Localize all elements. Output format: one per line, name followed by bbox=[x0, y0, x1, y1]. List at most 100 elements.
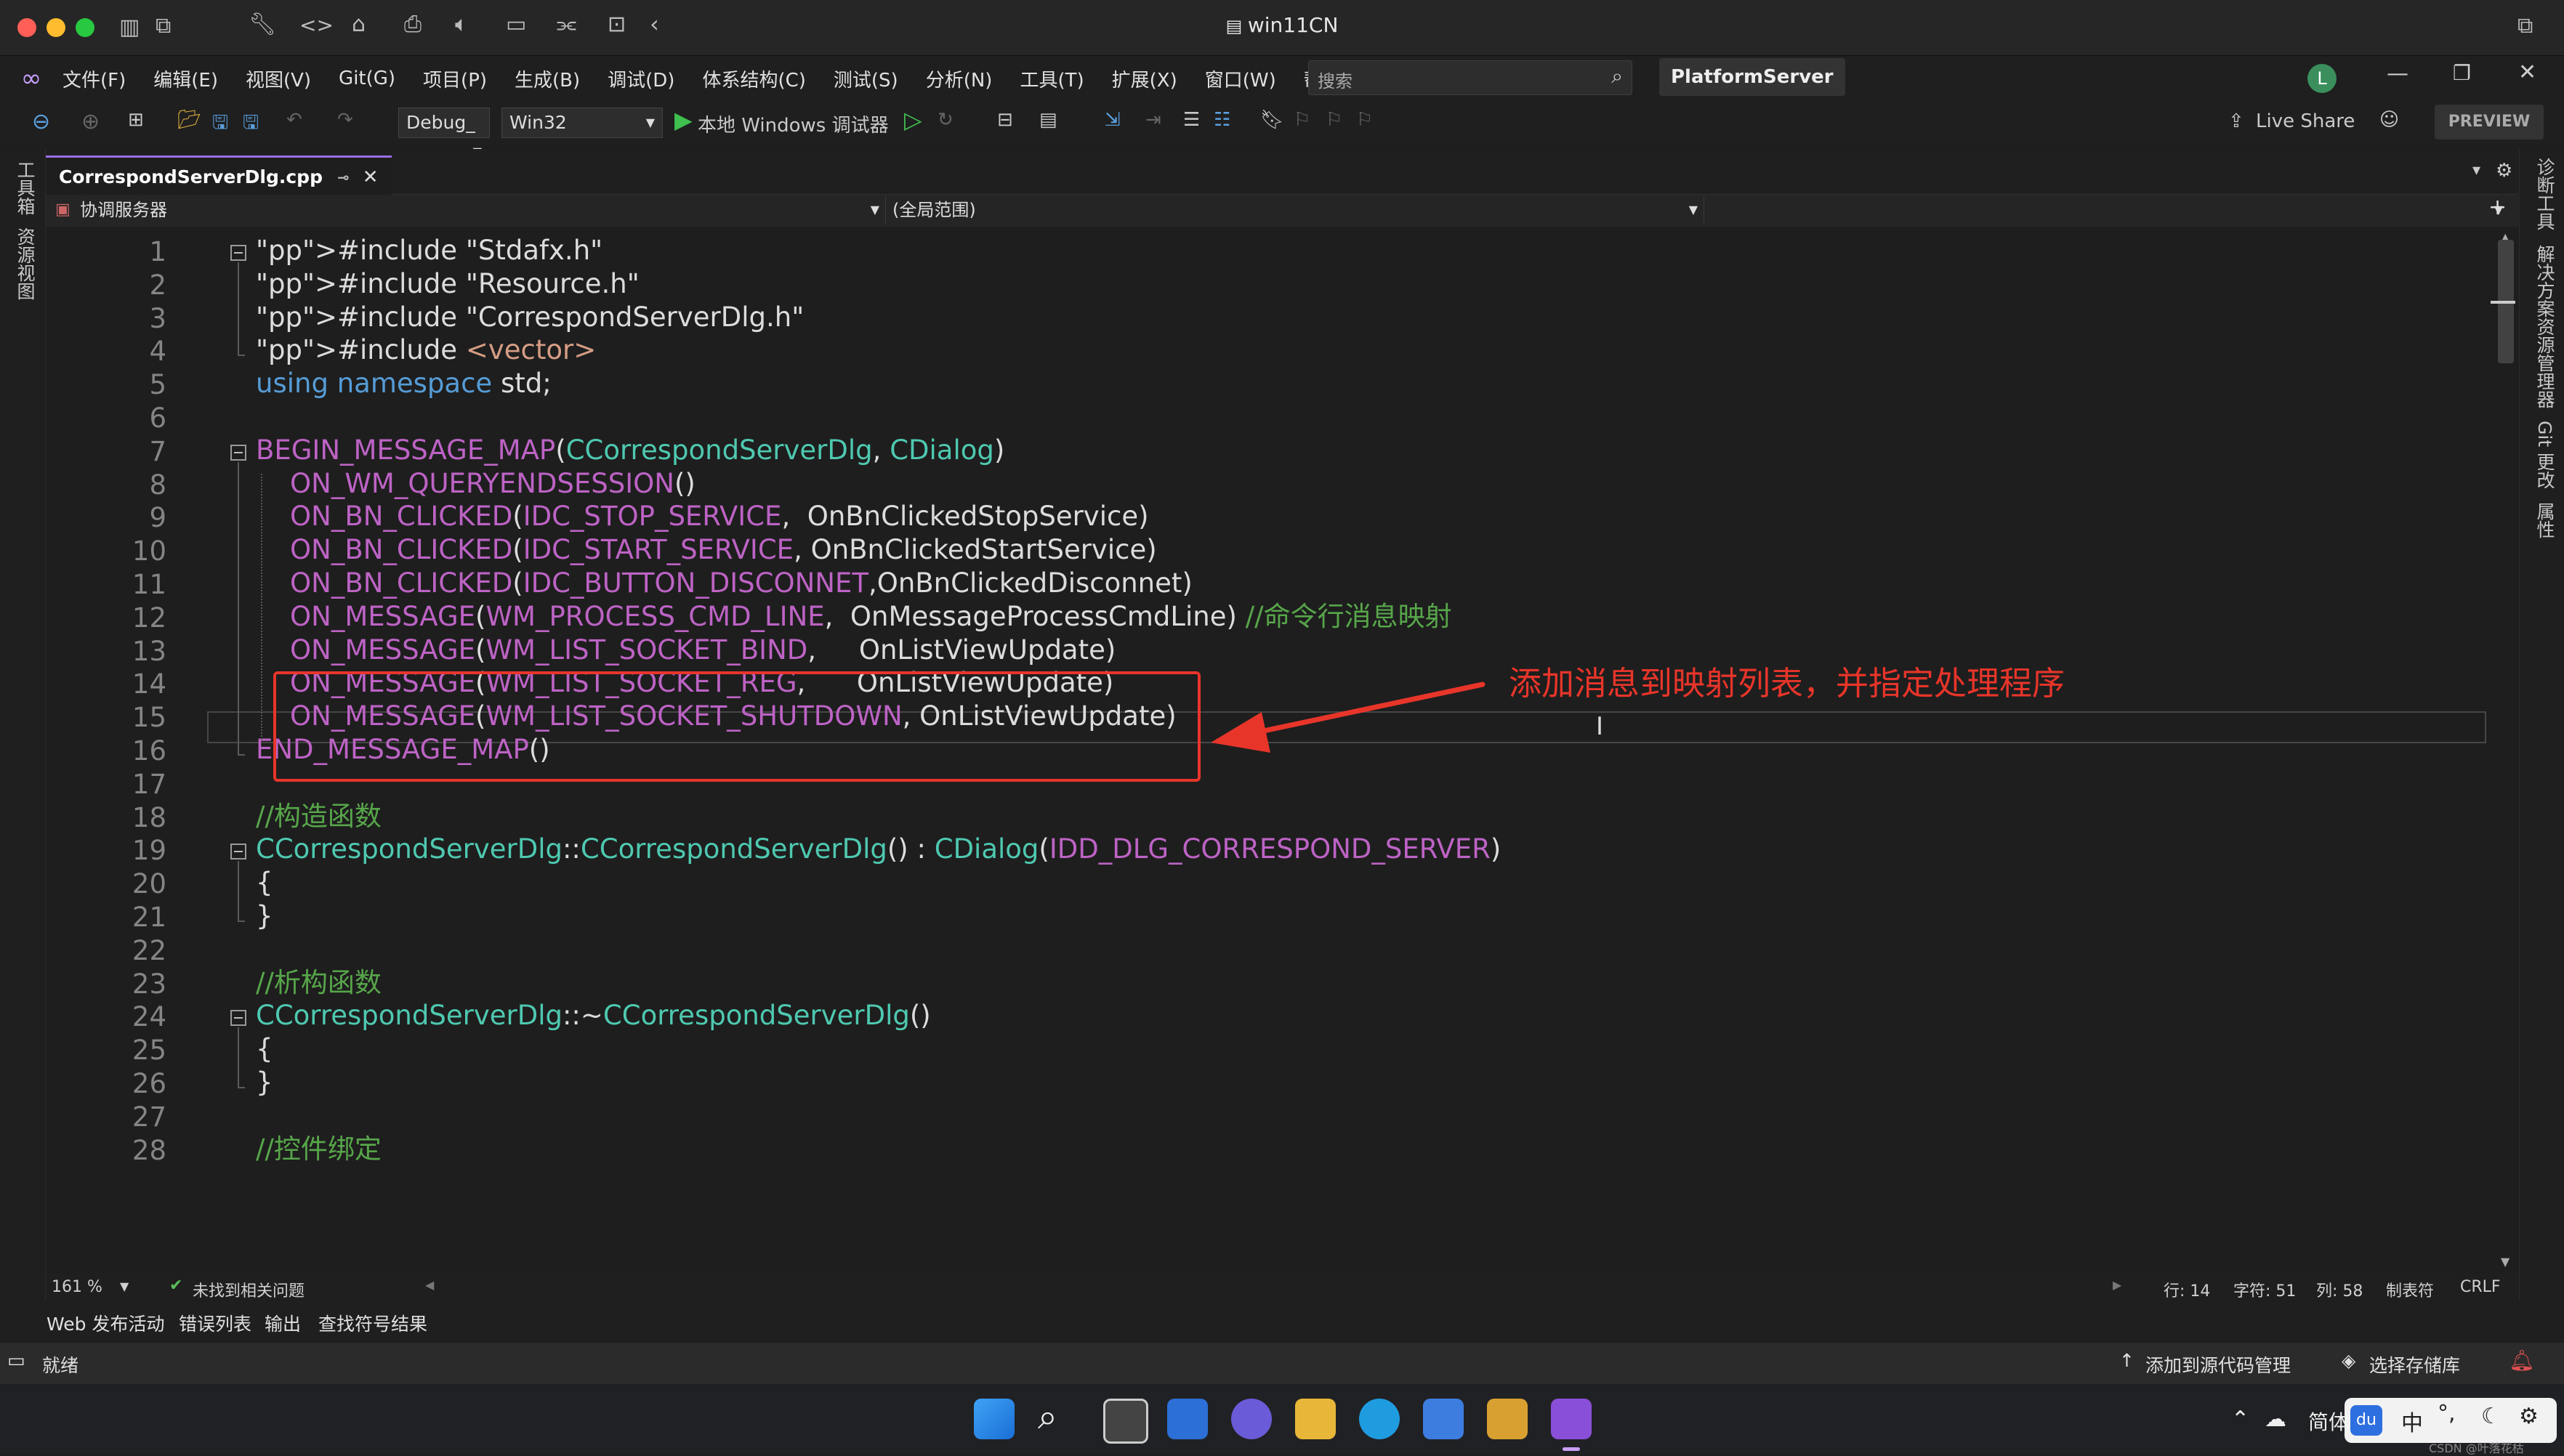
visual-studio-icon[interactable] bbox=[1551, 1399, 1592, 1439]
new-item-icon[interactable]: ⊞ bbox=[128, 109, 144, 131]
code-line[interactable]: ON_BN_CLICKED(IDC_STOP_SERVICE, OnBnClic… bbox=[256, 498, 1148, 535]
scroll-left-icon[interactable]: ◀ bbox=[425, 1278, 434, 1292]
comment-icon[interactable]: ☰ bbox=[1183, 109, 1200, 131]
code-line[interactable]: //析构函数 bbox=[256, 964, 382, 1002]
minimize-icon[interactable]: — bbox=[2387, 61, 2408, 86]
ime-settings-icon[interactable]: ⚙ bbox=[2519, 1404, 2539, 1429]
tab-correspondserverdlg[interactable]: CorrespondServerDlg.cpp ⊸ ✕ bbox=[46, 155, 392, 196]
feedback-icon[interactable]: ☺ bbox=[2379, 109, 2399, 131]
code-line[interactable]: "pp">#include <vector> bbox=[256, 331, 596, 369]
store-icon[interactable] bbox=[1423, 1399, 1464, 1439]
eol-indicator[interactable]: CRLF bbox=[2460, 1278, 2501, 1296]
back-icon[interactable]: ⊖ bbox=[32, 109, 50, 134]
ime-toolbar[interactable]: du 中 °, ☾ ⚙ bbox=[2345, 1398, 2557, 1443]
run-target-label[interactable]: 本地 Windows 调试器 bbox=[698, 110, 889, 137]
code-line[interactable]: //构造函数 bbox=[256, 798, 382, 836]
project-name-badge[interactable]: PlatformServer bbox=[1659, 58, 1845, 96]
notification-icon[interactable]: 🔔︎ bbox=[2509, 1348, 2535, 1372]
menu-item-1[interactable]: 编辑(E) bbox=[153, 65, 218, 92]
code-line[interactable]: ON_MESSAGE(WM_PROCESS_CMD_LINE, OnMessag… bbox=[256, 598, 1452, 636]
ime-mode[interactable]: 中 bbox=[2401, 1405, 2423, 1437]
code-line[interactable]: } bbox=[256, 897, 273, 935]
fold-toggle-icon[interactable] bbox=[230, 1010, 246, 1027]
fold-toggle-icon[interactable] bbox=[230, 844, 246, 860]
add-source-control-button[interactable]: 添加到源代码管理 bbox=[2145, 1351, 2291, 1378]
open-folder-icon[interactable]: 📂︎ bbox=[177, 109, 201, 131]
chevron-down-icon[interactable]: ▼ bbox=[120, 1279, 129, 1293]
save-all-icon[interactable]: 🖫 bbox=[243, 109, 259, 141]
code-line[interactable]: CCorrespondServerDlg::~CCorrespondServer… bbox=[256, 997, 931, 1035]
tools-icon[interactable] bbox=[1487, 1399, 1528, 1439]
uncomment-icon[interactable]: ☷ bbox=[1214, 109, 1230, 131]
menu-item-3[interactable]: Git(G) bbox=[339, 68, 395, 89]
code-line[interactable]: CCorrespondServerDlg::CCorrespondServerD… bbox=[256, 830, 1501, 868]
layout-icon[interactable]: ▤ bbox=[1039, 109, 1057, 131]
start-icon[interactable] bbox=[974, 1399, 1015, 1439]
code-line[interactable]: "pp">#include "Stdafx.h" bbox=[256, 232, 602, 270]
properties-tab[interactable]: 属性 bbox=[2531, 502, 2557, 538]
scroll-down-icon[interactable]: ▼ bbox=[2501, 1255, 2509, 1269]
menu-item-10[interactable]: 工具(T) bbox=[1020, 65, 1084, 92]
char-indicator[interactable]: 字符: 51 bbox=[2233, 1278, 2296, 1301]
global-scope-dropdown[interactable]: (全局范围) ▼ bbox=[863, 196, 1704, 224]
close-tab-icon[interactable]: ✕ bbox=[363, 166, 379, 188]
platform-select[interactable]: Win32 ▼ bbox=[501, 108, 663, 138]
code-line[interactable]: //控件绑定 bbox=[256, 1131, 382, 1168]
scroll-right-icon[interactable]: ▶ bbox=[2113, 1278, 2121, 1292]
menu-item-12[interactable]: 窗口(W) bbox=[1205, 65, 1276, 92]
bookmark-icon[interactable]: 🔖︎ bbox=[1260, 109, 1284, 131]
punctuation-icon[interactable]: °, bbox=[2438, 1401, 2456, 1426]
select-repo-button[interactable]: 选择存储库 bbox=[2369, 1351, 2460, 1378]
code-line[interactable]: { bbox=[256, 1030, 273, 1068]
resource-view-tab[interactable]: 资源视图 bbox=[12, 227, 38, 300]
menu-item-11[interactable]: 扩展(X) bbox=[1112, 65, 1177, 92]
menu-item-8[interactable]: 测试(S) bbox=[834, 65, 898, 92]
menu-item-6[interactable]: 调试(D) bbox=[608, 65, 674, 92]
avatar[interactable]: L bbox=[2307, 64, 2337, 93]
member-dropdown[interactable]: ▼ bbox=[1680, 196, 2509, 224]
menu-item-9[interactable]: 分析(N) bbox=[926, 65, 993, 92]
tab-find-symbol-results[interactable]: 查找符号结果 bbox=[318, 1310, 427, 1336]
git-changes-tab[interactable]: Git 更改 bbox=[2531, 421, 2557, 489]
code-line[interactable]: using namespace std; bbox=[256, 365, 552, 403]
chat-icon[interactable] bbox=[1231, 1399, 1272, 1439]
ime-label[interactable]: 简体 bbox=[2308, 1407, 2349, 1436]
file-explorer-icon[interactable] bbox=[1295, 1399, 1336, 1439]
redo-icon[interactable]: ↷ bbox=[337, 109, 353, 131]
project-scope-dropdown[interactable]: ▣ 协调服务器 ▼ bbox=[51, 196, 886, 224]
indent-icon[interactable]: ⇥ bbox=[1145, 109, 1161, 131]
undo-icon[interactable]: ↶ bbox=[286, 109, 302, 131]
code-line[interactable]: ON_BN_CLICKED(IDC_START_SERVICE, OnBnCli… bbox=[256, 531, 1157, 569]
fullscreen-icon[interactable]: ⧉ bbox=[2517, 13, 2533, 39]
task-view-icon[interactable] bbox=[1103, 1399, 1148, 1444]
search-input[interactable]: 搜索 ⌕ bbox=[1308, 60, 1632, 95]
col-indicator[interactable]: 列: 58 bbox=[2316, 1278, 2363, 1301]
zoom-level[interactable]: 161 % bbox=[52, 1278, 102, 1296]
forward-icon[interactable]: ⊕ bbox=[81, 109, 100, 134]
issues-status[interactable]: 未找到相关问题 bbox=[193, 1278, 305, 1301]
tray-chevron-icon[interactable]: ⌃ bbox=[2231, 1407, 2249, 1432]
moon-icon[interactable]: ☾ bbox=[2481, 1404, 2501, 1429]
tab-error-list[interactable]: 错误列表 bbox=[179, 1310, 251, 1336]
clear-bookmark-icon[interactable]: ⚐ bbox=[1356, 109, 1373, 131]
config-select[interactable]: Debug_▼ bbox=[398, 108, 490, 158]
menu-item-7[interactable]: 体系结构(C) bbox=[702, 65, 805, 92]
split-view-icon[interactable]: + bbox=[2488, 195, 2507, 220]
fold-toggle-icon[interactable] bbox=[230, 245, 246, 261]
toolbox-tab[interactable]: 工具箱 bbox=[12, 161, 38, 215]
start-without-debug-icon[interactable]: ▷ bbox=[904, 106, 922, 134]
tab-mode-indicator[interactable]: 制表符 bbox=[2386, 1278, 2434, 1301]
preview-badge[interactable]: PREVIEW bbox=[2435, 105, 2544, 139]
menu-item-2[interactable]: 视图(V) bbox=[246, 65, 311, 92]
start-debug-icon[interactable]: ▶ bbox=[674, 106, 693, 134]
menu-item-0[interactable]: 文件(F) bbox=[63, 65, 126, 92]
restore-icon[interactable]: ❐ bbox=[2453, 61, 2471, 85]
settings-icon[interactable]: ⚙ bbox=[2496, 160, 2512, 182]
search-taskbar-icon[interactable]: ⌕ bbox=[1038, 1396, 1057, 1438]
code-line[interactable]: "pp">#include "Resource.h" bbox=[256, 265, 640, 303]
tab-list-icon[interactable]: ▾ bbox=[2472, 161, 2480, 179]
prev-bookmark-icon[interactable]: ⚐ bbox=[1294, 109, 1310, 131]
code-line[interactable]: { bbox=[256, 864, 273, 902]
menu-item-5[interactable]: 生成(B) bbox=[515, 65, 580, 92]
browse-icon[interactable]: ⊟ bbox=[997, 109, 1013, 131]
